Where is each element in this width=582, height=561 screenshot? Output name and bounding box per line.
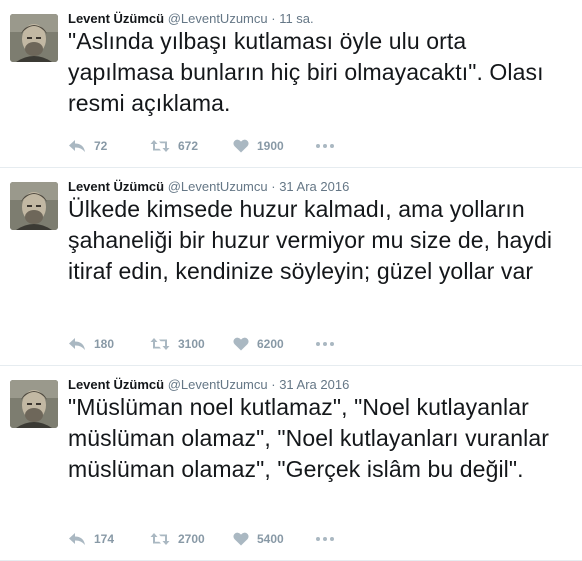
reply-button[interactable]: 174 bbox=[68, 532, 150, 546]
avatar-photo bbox=[10, 14, 58, 62]
author-handle[interactable]: @LeventUzumcu bbox=[168, 377, 268, 392]
tweet-text: Ülkede kimsede huzur kalmadı, ama yollar… bbox=[68, 196, 553, 284]
tweet[interactable]: Levent Üzümcü @LeventUzumcu · 11 sa. "As… bbox=[0, 0, 582, 168]
retweet-count: 3100 bbox=[178, 337, 205, 351]
separator: · bbox=[271, 11, 276, 26]
tweet-actions: 180 3100 6200 bbox=[68, 334, 334, 354]
like-button[interactable]: 5400 bbox=[233, 532, 316, 546]
heart-icon bbox=[233, 139, 249, 153]
author-name[interactable]: Levent Üzümcü bbox=[68, 179, 164, 194]
tweet-timeline: Levent Üzümcü @LeventUzumcu · 11 sa. "As… bbox=[0, 0, 582, 561]
avatar[interactable] bbox=[10, 380, 58, 428]
reply-button[interactable]: 72 bbox=[68, 139, 150, 153]
avatar-photo bbox=[10, 380, 58, 428]
reply-count: 180 bbox=[94, 337, 115, 351]
reply-count: 174 bbox=[94, 532, 115, 546]
avatar[interactable] bbox=[10, 182, 58, 230]
author-name[interactable]: Levent Üzümcü bbox=[68, 377, 164, 392]
like-count: 5400 bbox=[257, 532, 284, 546]
heart-icon bbox=[233, 532, 249, 546]
like-button[interactable]: 1900 bbox=[233, 139, 316, 153]
timestamp[interactable]: 31 Ara 2016 bbox=[279, 179, 349, 194]
like-count: 6200 bbox=[257, 337, 284, 351]
like-button[interactable]: 6200 bbox=[233, 337, 316, 351]
avatar-photo bbox=[10, 182, 58, 230]
tweet-actions: 72 672 1900 bbox=[68, 136, 334, 156]
tweet[interactable]: Levent Üzümcü @LeventUzumcu · 31 Ara 201… bbox=[0, 168, 582, 366]
author-handle[interactable]: @LeventUzumcu bbox=[168, 11, 268, 26]
reply-count: 72 bbox=[94, 139, 108, 153]
like-count: 1900 bbox=[257, 139, 284, 153]
author-name[interactable]: Levent Üzümcü bbox=[68, 11, 164, 26]
retweet-count: 672 bbox=[178, 139, 199, 153]
reply-button[interactable]: 180 bbox=[68, 337, 150, 351]
reply-icon bbox=[69, 533, 85, 545]
avatar[interactable] bbox=[10, 14, 58, 62]
retweet-icon bbox=[150, 338, 170, 350]
author-handle[interactable]: @LeventUzumcu bbox=[168, 179, 268, 194]
more-icon[interactable] bbox=[316, 334, 334, 354]
retweet-icon bbox=[150, 533, 170, 545]
retweet-button[interactable]: 672 bbox=[150, 139, 233, 153]
more-icon[interactable] bbox=[316, 136, 334, 156]
tweet-text: "Müslüman noel kutlamaz", "Noel kutlayan… bbox=[68, 394, 550, 482]
timestamp[interactable]: 11 sa. bbox=[279, 11, 313, 26]
retweet-count: 2700 bbox=[178, 532, 205, 546]
more-icon[interactable] bbox=[316, 529, 334, 549]
retweet-icon bbox=[150, 140, 170, 152]
reply-icon bbox=[69, 338, 85, 350]
separator: · bbox=[271, 179, 276, 194]
timestamp[interactable]: 31 Ara 2016 bbox=[279, 377, 349, 392]
tweet-actions: 174 2700 5400 bbox=[68, 529, 334, 549]
tweet[interactable]: Levent Üzümcü @LeventUzumcu · 31 Ara 201… bbox=[0, 366, 582, 561]
separator: · bbox=[271, 377, 276, 392]
retweet-button[interactable]: 3100 bbox=[150, 337, 233, 351]
heart-icon bbox=[233, 337, 249, 351]
retweet-button[interactable]: 2700 bbox=[150, 532, 233, 546]
tweet-text: "Aslında yılbaşı kutlaması öyle ulu orta… bbox=[68, 28, 544, 116]
reply-icon bbox=[69, 140, 85, 152]
